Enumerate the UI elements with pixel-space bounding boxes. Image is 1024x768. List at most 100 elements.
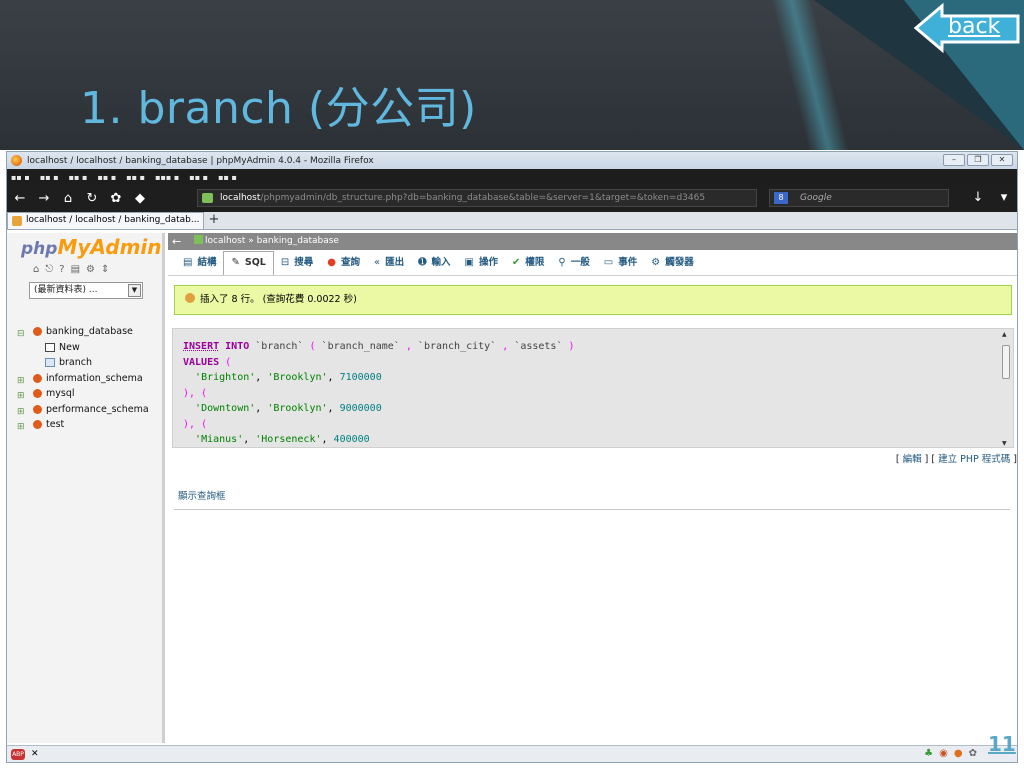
settings-icon[interactable]: ⚙ xyxy=(86,264,95,275)
database-icon xyxy=(33,327,42,337)
collapse-icon[interactable]: ⊟ xyxy=(17,327,33,339)
maximize-button[interactable]: ❐ xyxy=(967,154,989,166)
triggers-icon: ⚙ xyxy=(651,256,661,268)
url-path: /phpmyadmin/db_structure.php?db=banking_… xyxy=(260,193,706,203)
tree-item-new[interactable]: New xyxy=(17,340,149,356)
new-tab-button[interactable]: + xyxy=(204,212,224,229)
menu-icon[interactable]: ▾ xyxy=(997,190,1011,205)
adblock-icon[interactable]: ABP xyxy=(11,748,25,760)
tab-search[interactable]: ⊟ 搜尋 xyxy=(274,251,320,275)
tree-item-banking-database[interactable]: ⊟ banking_database xyxy=(17,324,149,340)
tab-routines[interactable]: ⚲ 一般 xyxy=(551,251,596,275)
tree-item-mysql[interactable]: ⊞ mysql xyxy=(17,386,149,402)
search-input[interactable]: 8 Google xyxy=(769,189,949,207)
download-icon[interactable]: ↓ xyxy=(971,190,985,205)
logout-icon[interactable]: ⎋ xyxy=(45,264,53,275)
reload-icon[interactable]: ↻ xyxy=(85,191,99,206)
tab-operations[interactable]: ▣ 操作 xyxy=(458,251,505,275)
back-label[interactable]: back xyxy=(948,14,1000,39)
menu-item[interactable]: ▪▪ ▪ xyxy=(11,173,30,182)
docs-icon[interactable]: ▤ xyxy=(71,264,80,275)
tab-structure[interactable]: ▤ 結構 xyxy=(176,251,223,275)
success-message: 插入了 8 行。 (查詢花費 0.0022 秒) xyxy=(174,285,1012,315)
menu-item[interactable]: ▪▪▪ ▪ xyxy=(155,173,179,182)
tree-label: banking_database xyxy=(46,326,133,337)
phpmyadmin-logo[interactable]: phpMyAdmin xyxy=(21,235,162,259)
scroll-down-icon[interactable]: ▼ xyxy=(1002,440,1007,447)
expand-icon[interactable]: ⊞ xyxy=(17,420,33,432)
menu-item[interactable]: ▪▪ ▪ xyxy=(40,173,59,182)
sql-identifier: `branch_name` xyxy=(321,341,400,352)
tab-export[interactable]: « 匯出 xyxy=(367,251,411,275)
sql-code: INSERT INTO `branch` ( `branch_name` , `… xyxy=(183,341,575,445)
database-icon xyxy=(33,389,42,399)
server-icon xyxy=(194,235,203,244)
tree-item-test[interactable]: ⊞ test xyxy=(17,417,149,433)
tab-privileges[interactable]: ✔ 權限 xyxy=(505,251,551,275)
menu-item[interactable]: ▪▪ ▪ xyxy=(218,173,237,182)
tab-triggers[interactable]: ⚙ 觸發器 xyxy=(644,251,700,275)
create-php-link[interactable]: 建立 PHP 程式碼 xyxy=(938,454,1010,465)
sql-punct: ), ( xyxy=(183,418,208,430)
sql-keyword: INSERT xyxy=(183,341,220,352)
back-button[interactable]: back xyxy=(912,2,1022,54)
expand-icon[interactable]: ⊞ xyxy=(17,374,33,386)
events-icon: ▭ xyxy=(603,256,614,268)
chevron-down-icon[interactable]: ▼ xyxy=(128,284,141,297)
home-icon[interactable]: ⌂ xyxy=(33,264,39,275)
tree-item-branch[interactable]: branch xyxy=(17,355,149,371)
menu-item[interactable]: ▪▪ ▪ xyxy=(97,173,116,182)
forward-arrow-icon[interactable]: → xyxy=(37,191,51,206)
url-host: localhost xyxy=(220,193,261,203)
expand-icon[interactable]: ⊞ xyxy=(17,389,33,401)
expand-icon[interactable]: ⊞ xyxy=(17,405,33,417)
minimize-button[interactable]: – xyxy=(943,154,965,166)
browser-tab[interactable]: localhost / localhost / banking_datab... xyxy=(7,212,204,229)
sql-scrollbar[interactable]: ▲ ▼ xyxy=(1001,331,1011,447)
tree-item-information-schema[interactable]: ⊞ information_schema xyxy=(17,371,149,387)
menu-item[interactable]: ▪▪ ▪ xyxy=(69,173,88,182)
edit-link[interactable]: 編輯 xyxy=(903,454,922,465)
tab-label: 一般 xyxy=(570,256,590,268)
tab-query[interactable]: ● 查詢 xyxy=(320,251,367,275)
addon-icon[interactable]: ✿ xyxy=(969,748,977,759)
reload-icon[interactable]: ⇕ xyxy=(101,264,109,275)
breadcrumb-db[interactable]: banking_database xyxy=(257,236,339,246)
main-panel: ← localhost » banking_database ▤ 結構 ✎ SQL … xyxy=(168,233,1017,743)
firefox-icon xyxy=(11,155,22,166)
home-icon[interactable]: ⌂ xyxy=(61,191,75,206)
tab-import[interactable]: ➊ 輸入 xyxy=(411,251,457,275)
show-query-box-link[interactable]: 顯示查詢框 xyxy=(178,488,226,502)
divider xyxy=(174,509,1010,510)
addon-icon[interactable]: ◆ xyxy=(133,191,147,206)
close-icon[interactable]: ✕ xyxy=(31,749,39,759)
menu-item[interactable]: ▪▪ ▪ xyxy=(126,173,145,182)
addon-icon[interactable]: ◉ xyxy=(939,748,948,759)
breadcrumb-server[interactable]: localhost xyxy=(205,236,245,246)
url-bar[interactable]: localhost/phpmyadmin/db_structure.php?db… xyxy=(197,189,757,207)
menu-item[interactable]: ▪▪ ▪ xyxy=(189,173,208,182)
sql-punct: , xyxy=(502,341,509,352)
menu-bar: ▪▪ ▪ ▪▪ ▪ ▪▪ ▪ ▪▪ ▪ ▪▪ ▪ ▪▪▪ ▪ ▪▪ ▪ ▪▪ ▪ xyxy=(7,169,1017,185)
addon-icon[interactable]: ♣ xyxy=(924,748,933,759)
sql-punct: ), ( xyxy=(183,387,208,399)
recent-tables-select[interactable]: (最新資料表) ... ▼ xyxy=(29,282,143,299)
sql-punct: ( xyxy=(309,341,316,352)
sql-query-box[interactable]: INSERT INTO `branch` ( `branch_name` , `… xyxy=(172,328,1014,448)
tab-events[interactable]: ▭ 事件 xyxy=(597,251,644,275)
collapse-panel-icon[interactable]: ← xyxy=(172,233,181,250)
back-arrow-icon[interactable]: ← xyxy=(13,191,27,206)
tab-sql[interactable]: ✎ SQL xyxy=(223,250,274,275)
slide-number: 11 xyxy=(988,732,1016,756)
close-window-button[interactable]: ✕ xyxy=(991,154,1013,166)
scroll-up-icon[interactable]: ▲ xyxy=(1002,331,1007,338)
addon-icon[interactable]: ✿ xyxy=(109,191,123,206)
tab-label: 結構 xyxy=(197,256,217,268)
tab-title: localhost / localhost / banking_datab... xyxy=(26,215,200,225)
tree-item-performance-schema[interactable]: ⊞ performance_schema xyxy=(17,402,149,418)
firefox-icon[interactable]: ● xyxy=(954,748,963,759)
docs-icon[interactable]: ? xyxy=(59,264,64,275)
tab-label: 事件 xyxy=(618,256,638,268)
sql-identifier: `assets` xyxy=(514,341,563,352)
scroll-thumb[interactable] xyxy=(1002,345,1010,379)
